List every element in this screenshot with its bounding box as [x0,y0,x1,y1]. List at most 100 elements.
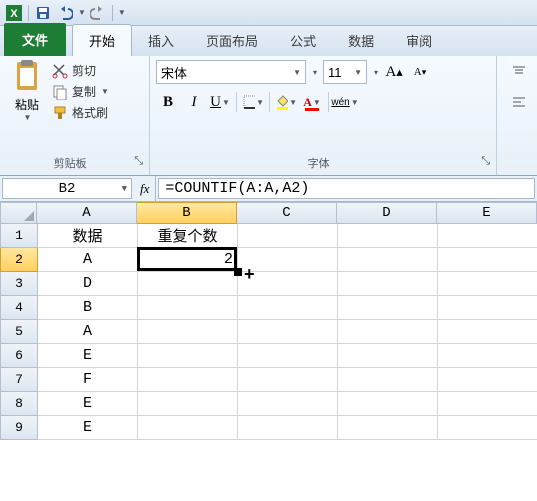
cell[interactable] [238,344,338,368]
column-header[interactable]: C [237,202,337,224]
bold-button[interactable]: B [156,90,180,114]
qat-customize-dropdown[interactable]: ▼ [118,8,126,17]
row-header[interactable]: 2 [0,248,38,272]
save-icon[interactable] [33,3,53,23]
row-header[interactable]: 8 [0,392,38,416]
cell[interactable] [338,224,438,248]
cell[interactable] [138,416,238,440]
cell[interactable] [338,248,438,272]
cell[interactable] [438,416,537,440]
cell[interactable] [138,272,238,296]
cell[interactable] [138,344,238,368]
column-header[interactable]: B [137,202,237,224]
cell[interactable] [438,296,537,320]
copy-button[interactable]: 复制▼ [52,83,109,100]
grow-font-button[interactable]: A▴ [384,62,404,82]
select-all-corner[interactable] [0,202,37,224]
cell[interactable] [338,296,438,320]
tab-file[interactable]: 文件 [4,23,66,56]
column-header[interactable]: A [37,202,137,224]
ribbon: 粘贴 ▼ 剪切 复制▼ 格式刷 剪贴板⤡ [0,56,537,176]
format-painter-label: 格式刷 [72,104,108,121]
cell[interactable]: A [38,320,138,344]
cell[interactable] [238,224,338,248]
cell[interactable] [438,368,537,392]
cell[interactable] [438,248,537,272]
redo-icon[interactable] [88,3,108,23]
row-header[interactable]: 6 [0,344,38,368]
cell[interactable] [338,344,438,368]
cell[interactable] [338,320,438,344]
cell[interactable]: 重复个数 [138,224,238,248]
align-top-button[interactable] [507,60,531,84]
row-header[interactable]: 7 [0,368,38,392]
cell[interactable] [238,248,338,272]
cell[interactable]: E [38,344,138,368]
tab-formulas[interactable]: 公式 [274,25,332,56]
tab-home[interactable]: 开始 [72,24,132,56]
cell[interactable] [438,224,537,248]
phonetic-button[interactable]: wén▼ [333,90,357,114]
fx-button[interactable]: fx [140,181,149,197]
row-header[interactable]: 4 [0,296,38,320]
font-group-title: 字体 [308,158,330,170]
font-color-button[interactable]: A ▼ [300,90,324,114]
cell[interactable] [338,368,438,392]
cell[interactable]: 2 [138,248,238,272]
tab-page-layout[interactable]: 页面布局 [190,25,274,56]
italic-button[interactable]: I [182,90,206,114]
format-painter-button[interactable]: 格式刷 [52,104,109,121]
formula-input[interactable]: =COUNTIF(A:A,A2) [158,178,535,199]
font-name-select[interactable]: 宋体 ▼ [156,60,306,84]
tab-data[interactable]: 数据 [332,25,390,56]
cell[interactable] [438,392,537,416]
cell[interactable] [338,272,438,296]
fill-color-button[interactable]: ▼ [274,90,298,114]
cut-button[interactable]: 剪切 [52,62,109,79]
cell[interactable] [238,296,338,320]
cell[interactable]: E [38,416,138,440]
cell[interactable] [338,416,438,440]
row-header[interactable]: 3 [0,272,38,296]
column-header[interactable]: D [337,202,437,224]
cell[interactable]: B [38,296,138,320]
cell[interactable] [438,320,537,344]
name-box-dropdown-icon[interactable]: ▼ [122,184,127,194]
paste-button[interactable]: 粘贴 ▼ [6,60,48,122]
cell[interactable] [238,368,338,392]
font-launcher-icon[interactable]: ⤡ [481,155,490,168]
cell[interactable] [138,392,238,416]
cell[interactable]: E [38,392,138,416]
cell[interactable] [238,416,338,440]
cell[interactable]: A [38,248,138,272]
cell[interactable]: 数据 [38,224,138,248]
cell[interactable] [438,272,537,296]
cell[interactable]: F [38,368,138,392]
row-header[interactable]: 5 [0,320,38,344]
tab-review[interactable]: 审阅 [390,25,448,56]
chevron-down-icon: ▼ [354,68,362,77]
row-header[interactable]: 9 [0,416,38,440]
row-header[interactable]: 1 [0,224,38,248]
fill-handle[interactable] [234,268,242,276]
underline-button[interactable]: U▼ [208,90,232,114]
shrink-font-button[interactable]: A▾ [410,62,430,82]
cell[interactable] [138,368,238,392]
tab-insert[interactable]: 插入 [132,25,190,56]
border-button[interactable]: ▼ [241,90,265,114]
cell[interactable] [138,320,238,344]
cell[interactable] [438,344,537,368]
column-header[interactable]: E [437,202,537,224]
clipboard-launcher-icon[interactable]: ⤡ [134,155,143,168]
align-left-button[interactable] [507,90,531,114]
cell[interactable] [238,272,338,296]
font-size-select[interactable]: 11 ▼ [323,60,367,84]
cell[interactable] [238,320,338,344]
undo-dropdown[interactable]: ▼ [78,8,86,17]
cell[interactable]: D [38,272,138,296]
cell[interactable] [238,392,338,416]
undo-icon[interactable] [55,3,75,23]
cell[interactable] [138,296,238,320]
cell[interactable] [338,392,438,416]
name-box[interactable]: B2 ▼ [2,178,132,199]
